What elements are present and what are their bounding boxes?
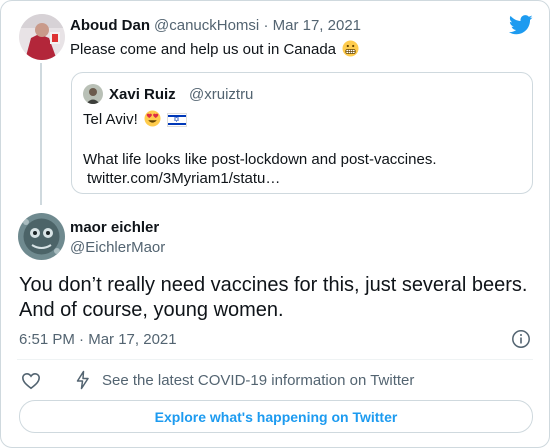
tweet-author-name[interactable]: maor eichler bbox=[70, 219, 159, 236]
tweet-author-avatar[interactable] bbox=[18, 213, 65, 260]
quoted-line-2: What life looks like post-lockdown and p… bbox=[83, 151, 437, 168]
quoted-link[interactable]: twitter.com/3Myriam1/statu… bbox=[87, 170, 280, 187]
reply-separator: · bbox=[263, 17, 269, 34]
reply-author-handle[interactable]: @canuckHomsi · Mar 17, 2021 bbox=[154, 17, 361, 34]
tweet-embed-card: Aboud Dan @canuckHomsi · Mar 17, 2021 Pl… bbox=[0, 0, 550, 448]
reply-handle[interactable]: @canuckHomsi bbox=[154, 17, 259, 34]
quoted-author-handle[interactable]: @xruiztru bbox=[189, 86, 253, 103]
heart-icon[interactable] bbox=[21, 371, 41, 391]
tweet-time[interactable]: 6:51 PM bbox=[19, 331, 75, 348]
reply-date[interactable]: Mar 17, 2021 bbox=[273, 17, 361, 34]
grimacing-face-icon bbox=[342, 40, 359, 57]
tweet-time-separator: · bbox=[79, 331, 85, 348]
quoted-avatar[interactable] bbox=[83, 84, 103, 104]
tweet-author-handle[interactable]: @EichlerMaor bbox=[70, 239, 165, 256]
heart-eyes-icon bbox=[144, 110, 161, 127]
explore-twitter-button[interactable]: Explore what's happening on Twitter bbox=[19, 400, 533, 433]
tweet-date[interactable]: Mar 17, 2021 bbox=[88, 331, 176, 348]
bolt-icon[interactable] bbox=[74, 370, 92, 390]
covid-info-link[interactable]: See the latest COVID-19 information on T… bbox=[102, 372, 414, 389]
tweet-text: You don’t really need vaccines for this,… bbox=[19, 274, 528, 321]
thread-connector-line bbox=[40, 63, 42, 205]
reply-text: Please come and help us out in Canada bbox=[70, 40, 359, 58]
tweet-timestamp[interactable]: 6:51 PM · Mar 17, 2021 bbox=[19, 331, 177, 348]
quoted-line-1: Tel Aviv! ✡ bbox=[83, 110, 188, 128]
reply-text-body: Please come and help us out in Canada bbox=[70, 41, 337, 58]
quoted-line-1-text: Tel Aviv! bbox=[83, 111, 138, 128]
actions-divider bbox=[17, 359, 533, 360]
quoted-author-name[interactable]: Xavi Ruiz bbox=[109, 86, 176, 103]
israel-flag-icon: ✡ bbox=[167, 113, 188, 128]
reply-author-name[interactable]: Aboud Dan bbox=[70, 17, 150, 34]
info-icon[interactable] bbox=[511, 329, 531, 349]
quoted-tweet[interactable]: Xavi Ruiz @xruiztru Tel Aviv! ✡ What lif… bbox=[71, 72, 533, 194]
twitter-bird-icon[interactable] bbox=[508, 15, 533, 35]
reply-avatar[interactable] bbox=[19, 14, 65, 60]
